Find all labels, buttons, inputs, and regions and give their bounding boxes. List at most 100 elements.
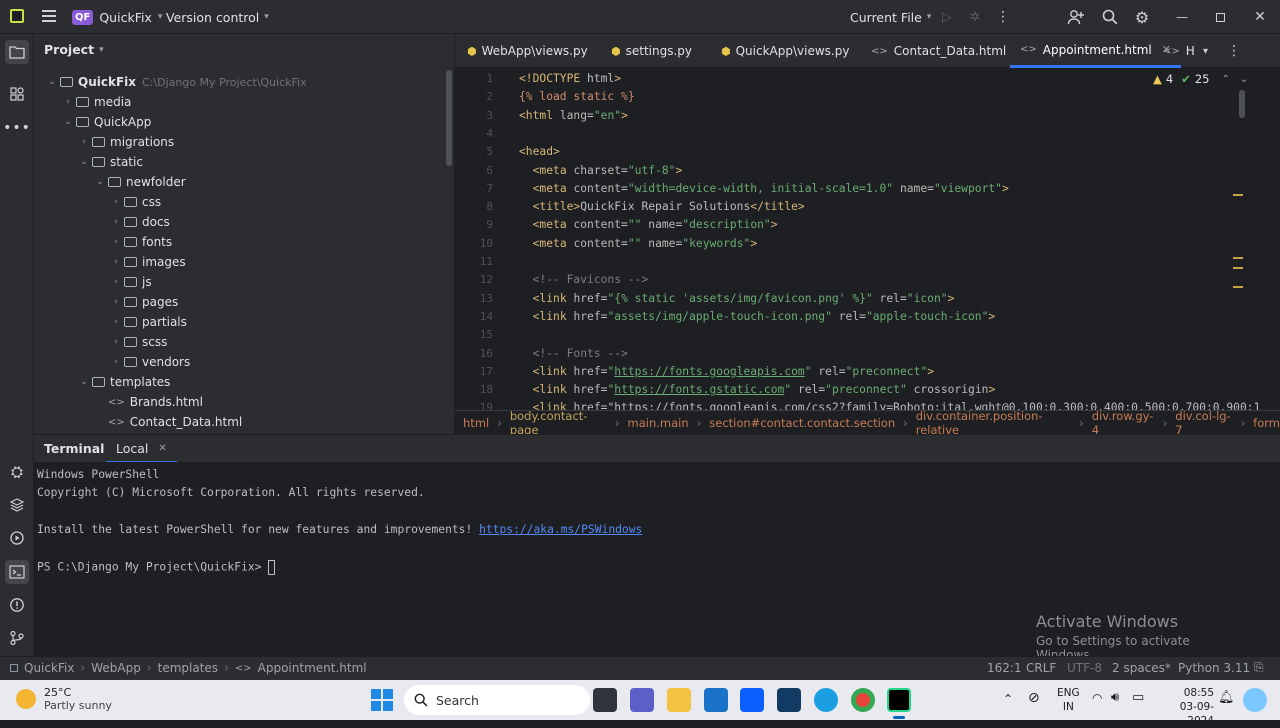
inspection-widget[interactable]: ▲ 4 ✔ 25 ⌃ ⌄ [1153,72,1248,86]
breadcrumb-item[interactable]: main.main [628,416,689,430]
tab-quickapp-views[interactable]: ⬢ QuickApp\views.py [721,34,849,68]
chevron-down-icon[interactable]: ⌄ [1240,74,1248,85]
expand-chevron-icon[interactable]: › [108,297,124,307]
terminal-link[interactable]: https://aka.ms/PSWindows [479,523,642,536]
tab-settings[interactable]: ⬢ settings.py [611,34,692,68]
tree-folder-item[interactable]: › fonts [108,232,172,252]
project-panel-header[interactable]: Project ▾ [44,42,104,57]
terminal-tab-local[interactable]: Local ✕ [106,435,177,463]
expand-chevron-icon[interactable]: ⌄ [60,117,76,127]
expand-chevron-icon[interactable]: › [108,237,124,247]
terminal-output[interactable]: Windows PowerShell Copyright (C) Microsof… [34,462,1246,662]
layers-icon[interactable] [5,493,29,517]
language-indicator[interactable]: ENG IN [1057,686,1080,714]
tree-folder-item[interactable]: ⌄ templates [76,372,170,392]
breadcrumb-item[interactable]: form [1253,416,1280,430]
edge-icon[interactable] [814,688,838,712]
tree-folder-item[interactable]: ⌄ newfolder [92,172,185,192]
copilot-icon[interactable] [1243,688,1267,712]
wifi-icon[interactable]: ◠ [1092,691,1102,705]
file-encoding[interactable]: UTF-8 [1067,661,1102,675]
terminal-tool-icon[interactable] [5,560,29,584]
add-user-icon[interactable] [1066,0,1086,34]
tab-list-dropdown-icon[interactable]: ▾ [1203,34,1208,68]
clock[interactable]: 08:55 03-09-2024 [1168,686,1214,728]
python-interpreter[interactable]: Python 3.11 [1178,661,1250,675]
expand-chevron-icon[interactable]: › [108,317,124,327]
battery-icon[interactable]: ▭ [1132,690,1144,705]
project-tool-icon[interactable] [5,40,29,64]
app-icon[interactable] [777,688,801,712]
chevron-up-icon[interactable]: ⌃ [1221,74,1229,85]
tree-folder-item[interactable]: › images [108,252,185,272]
tab-h[interactable]: <> H [1163,34,1195,68]
tree-folder-item[interactable]: › migrations [76,132,174,152]
run-config-selector[interactable]: Current File ▾ [850,7,931,27]
breadcrumb-item[interactable]: div.row.gy-4 [1092,409,1155,437]
line-separator[interactable]: CRLF [1026,661,1056,675]
tree-folder-item[interactable]: ⌄ static [76,152,143,172]
breadcrumb-item[interactable]: body.contact-page [510,409,607,437]
debug-icon[interactable]: ✲ [966,0,984,34]
teams-icon[interactable] [630,688,654,712]
tab-webapp-views[interactable]: ⬢ WebApp\views.py [467,34,588,68]
network-off-icon[interactable]: ⊘ [1028,690,1040,706]
settings-gear-icon[interactable]: ⚙ [1132,0,1152,34]
expand-chevron-icon[interactable]: ⌄ [92,177,108,187]
pycharm-icon[interactable] [887,688,911,712]
caret-position[interactable]: 162:1 [987,661,1022,675]
tree-file-item[interactable]: <> Brands.html [92,392,203,412]
warning-marker[interactable] [1233,194,1243,196]
minimize-button[interactable]: — [1170,0,1194,34]
tree-folder-item[interactable]: › partials [108,312,187,332]
breadcrumb-item[interactable]: html [463,416,489,430]
expand-chevron-icon[interactable]: › [108,357,124,367]
tree-folder-item[interactable]: › vendors [108,352,190,372]
tree-folder-item[interactable]: ⌄ QuickFix C:\Django My Project\QuickFix [44,72,306,92]
git-icon[interactable] [5,626,29,650]
expand-chevron-icon[interactable]: › [108,277,124,287]
problems-icon[interactable] [5,593,29,617]
main-menu-icon[interactable] [42,10,56,22]
tab-more-icon[interactable]: ⋮ [1227,34,1241,68]
tree-folder-item[interactable]: › pages [108,292,178,312]
chrome-icon[interactable] [851,688,875,712]
run-icon[interactable]: ▷ [938,0,956,34]
restore-button[interactable] [1208,0,1232,34]
expand-chevron-icon[interactable]: › [76,137,92,147]
python-packages-icon[interactable]: ⛭ [5,460,29,484]
status-path[interactable]: QuickFix › WebApp › templates › <> Appoi… [10,661,367,675]
tree-folder-item[interactable]: › media [60,92,131,112]
tree-file-item[interactable]: <> Contact_Data.html [92,412,242,432]
editor-scrollbar[interactable] [1239,90,1245,118]
services-icon[interactable] [5,526,29,550]
expand-chevron-icon[interactable]: › [60,97,76,107]
weather-widget[interactable]: 25°C Partly sunny [16,686,112,712]
expand-chevron-icon[interactable]: ⌄ [76,157,92,167]
task-view-icon[interactable] [593,688,617,712]
expand-chevron-icon[interactable]: › [108,217,124,227]
indent-setting[interactable]: 2 spaces* [1112,661,1171,675]
tree-folder-item[interactable]: › css [108,192,161,212]
close-button[interactable]: ✕ [1248,0,1272,34]
store-icon[interactable] [704,688,728,712]
warning-marker[interactable] [1233,257,1243,259]
notification-bell-icon[interactable]: 🔔︎ [1218,690,1235,705]
close-tab-icon[interactable]: ✕ [158,443,166,454]
tree-folder-item[interactable]: › scss [108,332,167,352]
tab-appointment[interactable]: <> Appointment.html ✕ [1010,34,1181,68]
tree-folder-item[interactable]: › js [108,272,151,292]
start-button[interactable] [371,689,393,711]
volume-icon[interactable]: 🔊︎ [1111,690,1119,705]
tree-folder-item[interactable]: › docs [108,212,170,232]
tab-contact-data[interactable]: <> Contact_Data.html [871,34,1006,68]
code-editor[interactable]: 1 <!DOCTYPE html> 2 {% load static %} 3 <html… [455,68,1280,410]
project-scrollbar[interactable] [446,70,452,166]
dropbox-icon[interactable] [740,688,764,712]
expand-chevron-icon[interactable]: › [108,197,124,207]
breadcrumb-item[interactable]: section#contact.contact.section [709,416,895,430]
vcs-widget[interactable]: Version control ▾ [166,7,269,27]
more-actions-icon[interactable]: ⋮ [996,0,1010,34]
structure-tool-icon[interactable] [5,82,29,106]
warning-marker[interactable] [1233,286,1243,288]
